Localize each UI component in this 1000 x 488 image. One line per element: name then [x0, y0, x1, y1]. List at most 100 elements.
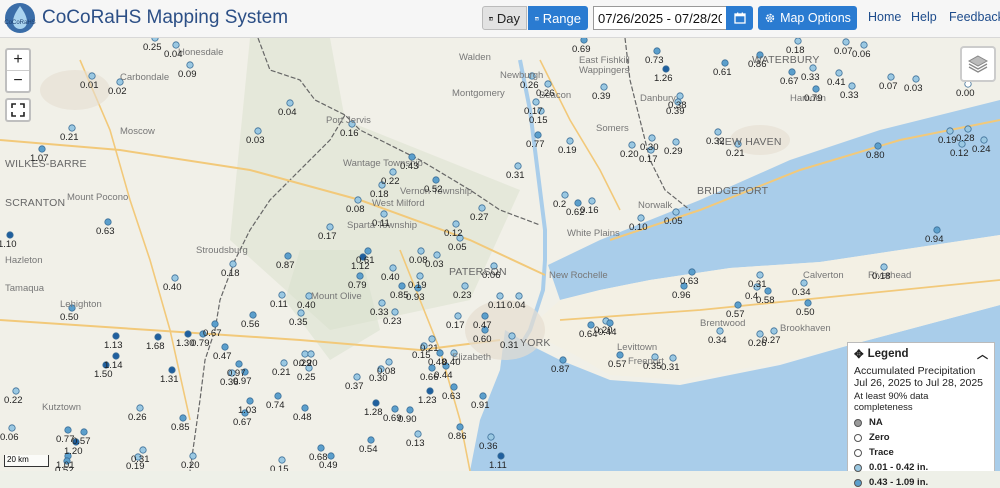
station-marker[interactable] — [287, 100, 293, 106]
station-marker[interactable] — [357, 273, 363, 279]
station-marker[interactable] — [479, 205, 485, 211]
nav-help-link[interactable]: Help — [911, 10, 937, 24]
station-marker[interactable] — [392, 406, 398, 412]
station-marker[interactable] — [180, 415, 186, 421]
station-marker[interactable] — [392, 309, 398, 315]
station-marker[interactable] — [457, 424, 463, 430]
station-marker[interactable] — [65, 427, 71, 433]
cocorahs-logo[interactable]: CoCoRaHS — [4, 2, 36, 34]
station-marker[interactable] — [222, 344, 228, 350]
station-marker[interactable] — [236, 361, 242, 367]
station-marker[interactable] — [482, 313, 488, 319]
station-marker[interactable] — [789, 69, 795, 75]
station-marker[interactable] — [535, 132, 541, 138]
station-marker[interactable] — [275, 393, 281, 399]
station-marker[interactable] — [673, 139, 679, 145]
station-marker[interactable] — [429, 336, 435, 342]
station-marker[interactable] — [805, 300, 811, 306]
station-marker[interactable] — [279, 292, 285, 298]
station-marker[interactable] — [516, 293, 522, 299]
station-marker[interactable] — [152, 38, 158, 41]
station-marker[interactable] — [515, 163, 521, 169]
station-marker[interactable] — [407, 407, 413, 413]
station-marker[interactable] — [843, 39, 849, 45]
station-marker[interactable] — [7, 232, 13, 238]
station-marker[interactable] — [308, 351, 314, 357]
station-marker[interactable] — [462, 283, 468, 289]
station-marker[interactable] — [285, 253, 291, 259]
calendar-picker-button[interactable] — [726, 6, 753, 30]
day-mode-button[interactable]: Day — [482, 6, 527, 30]
station-marker[interactable] — [670, 355, 676, 361]
station-marker[interactable] — [169, 367, 175, 373]
station-marker[interactable] — [663, 66, 669, 72]
station-marker[interactable] — [373, 400, 379, 406]
station-marker[interactable] — [255, 128, 261, 134]
station-marker[interactable] — [417, 273, 423, 279]
station-marker[interactable] — [365, 248, 371, 254]
station-marker[interactable] — [390, 265, 396, 271]
station-marker[interactable] — [715, 129, 721, 135]
station-marker[interactable] — [654, 48, 660, 54]
station-marker[interactable] — [318, 445, 324, 451]
station-marker[interactable] — [39, 146, 45, 152]
station-marker[interactable] — [399, 283, 405, 289]
station-marker[interactable] — [913, 76, 919, 82]
station-marker[interactable] — [281, 360, 287, 366]
station-marker[interactable] — [105, 219, 111, 225]
station-marker[interactable] — [673, 209, 679, 215]
move-icon[interactable]: ✥ — [854, 347, 864, 361]
station-marker[interactable] — [981, 137, 987, 143]
station-marker[interactable] — [69, 125, 75, 131]
station-marker[interactable] — [415, 431, 421, 437]
station-marker[interactable] — [589, 198, 595, 204]
station-marker[interactable] — [302, 405, 308, 411]
station-marker[interactable] — [562, 192, 568, 198]
station-marker[interactable] — [480, 393, 486, 399]
layers-button[interactable] — [960, 46, 996, 82]
station-marker[interactable] — [722, 60, 728, 66]
station-marker[interactable] — [386, 359, 392, 365]
station-marker[interactable] — [137, 405, 143, 411]
station-marker[interactable] — [849, 83, 855, 89]
station-marker[interactable] — [89, 73, 95, 79]
station-marker[interactable] — [875, 143, 881, 149]
station-marker[interactable] — [497, 293, 503, 299]
station-marker[interactable] — [965, 126, 971, 132]
station-marker[interactable] — [13, 388, 19, 394]
nav-home-link[interactable]: Home — [868, 10, 901, 24]
zoom-out-button[interactable]: − — [7, 71, 29, 91]
date-range-input[interactable] — [593, 6, 726, 30]
station-marker[interactable] — [629, 142, 635, 148]
station-marker[interactable] — [190, 453, 196, 459]
station-marker[interactable] — [247, 398, 253, 404]
station-marker[interactable] — [172, 275, 178, 281]
zoom-in-button[interactable]: + — [7, 50, 29, 71]
station-marker[interactable] — [433, 177, 439, 183]
station-marker[interactable] — [155, 334, 161, 340]
station-marker[interactable] — [81, 429, 87, 435]
fullscreen-button[interactable] — [7, 100, 29, 120]
station-marker[interactable] — [934, 227, 940, 233]
station-marker[interactable] — [560, 357, 566, 363]
nav-feedback-link[interactable]: Feedback — [949, 10, 1000, 24]
collapse-chevron-icon[interactable]: ︿ — [977, 346, 988, 362]
station-marker[interactable] — [279, 457, 285, 463]
station-marker[interactable] — [9, 425, 15, 431]
station-marker[interactable] — [453, 221, 459, 227]
station-marker[interactable] — [677, 93, 683, 99]
station-marker[interactable] — [434, 252, 440, 258]
station-marker[interactable] — [947, 128, 953, 134]
station-marker[interactable] — [250, 312, 256, 318]
station-marker[interactable] — [328, 453, 334, 459]
station-marker[interactable] — [390, 169, 396, 175]
station-marker[interactable] — [509, 333, 515, 339]
station-marker[interactable] — [212, 321, 218, 327]
station-marker[interactable] — [185, 331, 191, 337]
station-marker[interactable] — [861, 42, 867, 48]
station-marker[interactable] — [354, 374, 360, 380]
station-marker[interactable] — [368, 437, 374, 443]
station-marker[interactable] — [498, 453, 504, 459]
station-marker[interactable] — [836, 70, 842, 76]
station-marker[interactable] — [379, 300, 385, 306]
